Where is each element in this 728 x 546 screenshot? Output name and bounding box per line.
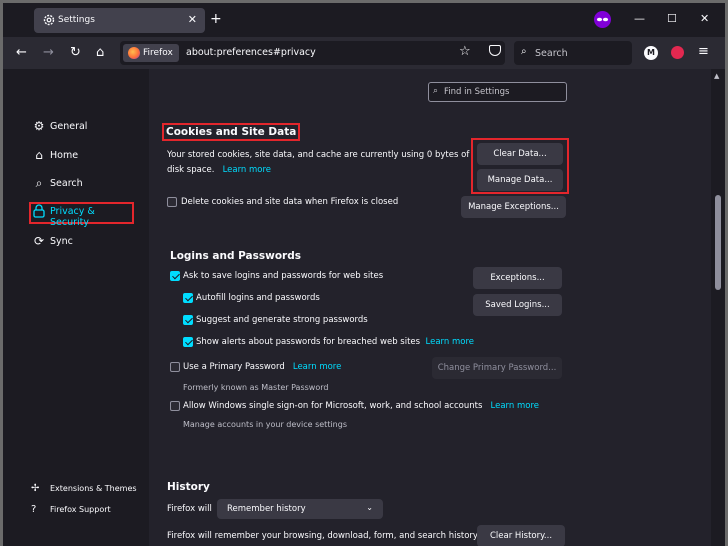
sidebar-item-privacy[interactable]: Privacy & Security: [29, 202, 134, 228]
sso-subtext: Manage accounts in your device settings: [183, 420, 347, 429]
ask-save-logins-label: Ask to save logins and passwords for web…: [183, 271, 384, 281]
sidebar-footer-label: Extensions & Themes: [50, 484, 137, 493]
manage-exceptions-button[interactable]: Manage Exceptions...: [461, 196, 566, 218]
scrollbar[interactable]: ▲: [711, 69, 725, 546]
search-icon: ⌕: [433, 86, 439, 96]
sidebar-item-home[interactable]: ⌂ Home: [29, 146, 134, 168]
breach-learn-more-link[interactable]: Learn more: [426, 337, 474, 347]
history-mode-value: Remember history: [227, 504, 306, 514]
navigation-bar: ← → ↻ ⌂ Firefox about:preferences#privac…: [3, 37, 725, 69]
private-mask-icon[interactable]: [594, 11, 611, 28]
delete-on-close-checkbox[interactable]: [167, 197, 177, 207]
puzzle-icon: ✢: [31, 483, 40, 494]
scroll-up-icon[interactable]: ▲: [714, 72, 719, 80]
firefox-logo-icon: [128, 47, 140, 59]
close-window-button[interactable]: ✕: [700, 12, 709, 25]
cookies-heading: Cookies and Site Data: [162, 123, 301, 141]
find-in-settings-input[interactable]: ⌕ Find in Settings: [428, 82, 567, 102]
sso-checkbox[interactable]: [170, 401, 180, 411]
sidebar-item-label: Search: [50, 178, 83, 189]
ask-save-logins-checkbox[interactable]: [170, 271, 180, 281]
forward-button[interactable]: →: [43, 45, 54, 60]
sync-icon: ⟳: [33, 234, 45, 248]
identity-box[interactable]: Firefox: [123, 44, 179, 62]
change-primary-password-button[interactable]: Change Primary Password...: [432, 357, 562, 379]
primary-password-label: Use a Primary Password: [183, 362, 285, 372]
close-tab-icon[interactable]: ✕: [188, 13, 197, 26]
cookies-description-line1: Your stored cookies, site data, and cach…: [167, 150, 470, 160]
logins-heading: Logins and Passwords: [170, 250, 301, 262]
autofill-label: Autofill logins and passwords: [196, 293, 320, 303]
primary-password-checkbox[interactable]: [170, 362, 180, 372]
sidebar-item-label: Sync: [50, 236, 73, 247]
gear-icon: [42, 13, 56, 27]
breach-alerts-row: Show alerts about passwords for breached…: [196, 337, 474, 347]
history-mode-select[interactable]: Remember history ⌄: [217, 499, 383, 519]
sso-row: Allow Windows single sign-on for Microso…: [183, 401, 539, 411]
search-placeholder: Search: [535, 48, 568, 59]
search-icon: ⌕: [35, 176, 43, 190]
cookies-learn-more-link[interactable]: Learn more: [223, 165, 271, 175]
new-tab-button[interactable]: +: [210, 11, 222, 27]
lock-icon: [32, 204, 46, 218]
sidebar-extensions-link[interactable]: ✢ Extensions & Themes: [31, 482, 146, 498]
sidebar-item-label: Home: [50, 150, 79, 161]
reload-button[interactable]: ↻: [70, 45, 81, 60]
breach-alerts-checkbox[interactable]: [183, 337, 193, 347]
url-bar[interactable]: Firefox about:preferences#privacy: [120, 41, 505, 65]
primary-learn-more-link[interactable]: Learn more: [293, 362, 341, 372]
firefox-will-label: Firefox will: [167, 504, 212, 514]
autofill-checkbox[interactable]: [183, 293, 193, 303]
sidebar-support-link[interactable]: ? Firefox Support: [31, 503, 146, 519]
breach-alerts-label: Show alerts about passwords for breached…: [196, 337, 421, 347]
gear-icon: ⚙: [33, 119, 45, 133]
home-button[interactable]: ⌂: [96, 45, 104, 60]
sidebar-item-search[interactable]: ⌕ Search: [29, 174, 134, 196]
preferences-content: ⚙ General ⌂ Home ⌕ Search Privacy & Secu…: [3, 69, 725, 546]
url-text[interactable]: about:preferences#privacy: [186, 47, 316, 58]
account-avatar[interactable]: M: [644, 46, 658, 60]
maximize-button[interactable]: ☐: [667, 12, 677, 25]
clear-history-button[interactable]: Clear History...: [477, 525, 565, 546]
sso-label: Allow Windows single sign-on for Microso…: [183, 401, 483, 411]
primary-password-row: Use a Primary Password Learn more: [183, 362, 341, 372]
sidebar-item-general[interactable]: ⚙ General: [29, 117, 134, 139]
sidebar-item-sync[interactable]: ⟳ Sync: [29, 232, 134, 254]
suggest-passwords-checkbox[interactable]: [183, 315, 193, 325]
find-placeholder: Find in Settings: [444, 87, 510, 97]
delete-on-close-label: Delete cookies and site data when Firefo…: [181, 197, 399, 207]
history-description: Firefox will remember your browsing, dow…: [167, 531, 480, 541]
tab-title: Settings: [58, 15, 95, 25]
suggest-passwords-label: Suggest and generate strong passwords: [196, 315, 368, 325]
login-exceptions-button[interactable]: Exceptions...: [473, 267, 562, 289]
manage-data-button[interactable]: Manage Data...: [477, 169, 563, 191]
cookies-description-line2: disk space. Learn more: [167, 165, 271, 175]
sidebar-item-label: General: [50, 121, 88, 132]
saved-logins-button[interactable]: Saved Logins...: [473, 294, 562, 316]
cookies-description-text: disk space.: [167, 165, 215, 175]
tab-bar: Settings ✕ + — ☐ ✕: [3, 3, 725, 37]
identity-label: Firefox: [143, 48, 173, 58]
sso-learn-more-link[interactable]: Learn more: [491, 401, 539, 411]
extension-icon[interactable]: [671, 46, 684, 59]
main-panel: ⌕ Find in Settings Cookies and Site Data…: [149, 69, 711, 546]
scrollbar-thumb[interactable]: [715, 195, 721, 290]
sidebar-footer-label: Firefox Support: [50, 505, 111, 514]
clear-data-button[interactable]: Clear Data...: [477, 143, 563, 165]
search-input[interactable]: ⌕ Search: [514, 41, 632, 65]
hamburger-menu-icon[interactable]: ≡: [698, 44, 709, 59]
formerly-known-note: Formerly known as Master Password: [183, 383, 329, 392]
sidebar-item-label: Privacy & Security: [50, 206, 95, 228]
chevron-down-icon: ⌄: [366, 503, 373, 512]
back-button[interactable]: ←: [16, 45, 27, 60]
search-icon: ⌕: [521, 46, 527, 57]
tab-settings[interactable]: Settings ✕: [34, 8, 205, 33]
history-heading: History: [167, 481, 210, 493]
home-icon: ⌂: [35, 148, 43, 162]
categories-sidebar: ⚙ General ⌂ Home ⌕ Search Privacy & Secu…: [3, 69, 149, 546]
minimize-button[interactable]: —: [634, 12, 645, 25]
help-icon: ?: [31, 504, 37, 515]
bookmark-star-icon[interactable]: ☆: [459, 44, 471, 59]
browser-window: Settings ✕ + — ☐ ✕ ← → ↻ ⌂ Firefox about…: [3, 3, 725, 546]
